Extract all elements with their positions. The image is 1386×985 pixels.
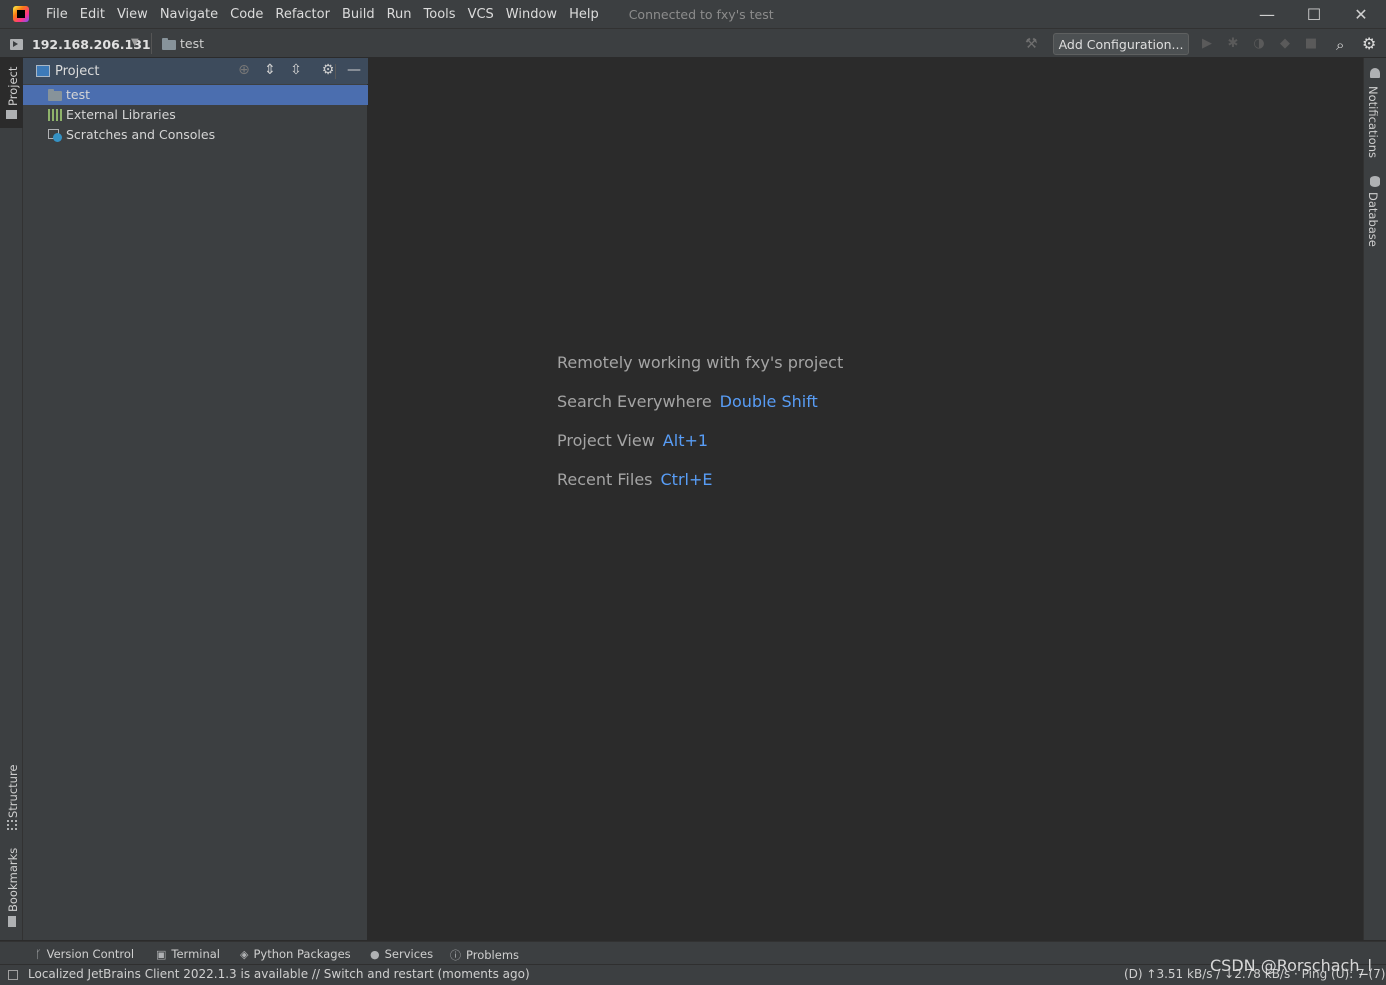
- project-panel: Project ⊕ ⇕ ⇳ ⚙ — test External Librarie…: [23, 58, 368, 940]
- watermark: CSDN @Rorschach_l: [1210, 956, 1372, 975]
- bell-icon: [1370, 68, 1380, 78]
- tab-label: Problems: [466, 948, 520, 962]
- title-bar: File Edit View Navigate Code Refactor Bu…: [0, 0, 1386, 28]
- stop-icon[interactable]: ■: [1304, 37, 1318, 51]
- gear-icon[interactable]: ⚙: [319, 62, 337, 78]
- scratches-icon: [48, 129, 62, 142]
- project-tool-button[interactable]: Project: [0, 58, 23, 128]
- tab-label: Terminal: [171, 947, 221, 961]
- libraries-icon: [48, 109, 62, 121]
- bottom-tool-bar: ᚴ Version Control ▣ Terminal ◈ Python Packa…: [0, 941, 1386, 964]
- tab-python-packages[interactable]: ◈ Python Packages: [240, 947, 351, 961]
- debug-icon[interactable]: ✱: [1226, 37, 1240, 51]
- run-icon[interactable]: ▶: [1200, 37, 1214, 51]
- menu-vcs[interactable]: VCS: [468, 7, 494, 22]
- hint-search-everywhere: Search Everywhere Double Shift: [557, 392, 818, 411]
- branch-icon: ᚴ: [35, 948, 42, 961]
- info-icon: ⓘ: [450, 949, 461, 962]
- hint-label: Recent Files: [557, 470, 653, 489]
- toolbar-divider: [151, 33, 152, 54]
- project-tool-label: Project: [6, 66, 20, 106]
- tab-version-control[interactable]: ᚴ Version Control: [35, 947, 134, 961]
- close-icon: ✕: [1354, 4, 1368, 24]
- bookmark-icon: [8, 916, 16, 927]
- database-icon: [1370, 176, 1380, 187]
- tree-item-label: External Libraries: [66, 107, 176, 122]
- folder-icon: [48, 89, 62, 101]
- menu-view[interactable]: View: [117, 7, 148, 22]
- connection-status: Connected to fxy's test: [628, 6, 774, 22]
- tab-services[interactable]: ● Services: [370, 947, 433, 961]
- hint-shortcut: Double Shift: [719, 392, 818, 411]
- app-logo: [13, 6, 29, 22]
- expand-all-icon[interactable]: ⇕: [261, 62, 279, 78]
- search-icon[interactable]: ⌕: [1336, 36, 1344, 54]
- status-message[interactable]: Localized JetBrains Client 2022.1.3 is a…: [28, 967, 530, 981]
- hint-shortcut: Ctrl+E: [660, 470, 713, 489]
- tree-item-test[interactable]: test: [23, 85, 368, 105]
- services-icon: ●: [370, 948, 380, 961]
- menu-run[interactable]: Run: [387, 7, 412, 22]
- menu-build[interactable]: Build: [342, 7, 375, 22]
- project-view-icon: [36, 65, 50, 77]
- tab-label: Python Packages: [253, 947, 351, 961]
- tab-label: Version Control: [46, 947, 135, 961]
- editor-headline: Remotely working with fxy's project: [557, 353, 844, 372]
- remote-host-icon: [10, 39, 23, 50]
- locate-icon[interactable]: ⊕: [235, 62, 253, 78]
- hint-project-view: Project View Alt+1: [557, 431, 708, 450]
- notifications-tool-label: Notifications: [1366, 86, 1380, 158]
- folder-icon: [162, 38, 176, 50]
- minimize-button[interactable]: —: [1244, 0, 1290, 28]
- maximize-button[interactable]: ☐: [1291, 0, 1337, 28]
- database-tool-label: Database: [1366, 192, 1380, 247]
- tree-item-scratches[interactable]: Scratches and Consoles: [23, 125, 368, 145]
- structure-icon: [7, 820, 17, 830]
- right-tool-stripe: Notifications Database: [1363, 58, 1386, 940]
- menu-tools[interactable]: Tools: [424, 7, 456, 22]
- hint-label: Project View: [557, 431, 655, 450]
- menu-code[interactable]: Code: [230, 7, 263, 22]
- breadcrumb[interactable]: test: [180, 36, 204, 51]
- hint-shortcut: Alt+1: [662, 431, 709, 450]
- status-window-icon[interactable]: [8, 970, 18, 980]
- panel-title[interactable]: Project: [55, 64, 99, 79]
- folder-icon: [6, 110, 17, 119]
- build-hammer-icon[interactable]: ⚒: [1025, 36, 1038, 52]
- coverage-icon[interactable]: ◑: [1252, 37, 1266, 51]
- tab-problems[interactable]: ⓘ Problems: [450, 947, 519, 963]
- menu-help[interactable]: Help: [569, 7, 599, 22]
- profile-icon[interactable]: ◆: [1278, 37, 1292, 51]
- tree-item-external-libraries[interactable]: External Libraries: [23, 105, 368, 125]
- menu-file[interactable]: File: [46, 7, 68, 22]
- hint-label: Search Everywhere: [557, 392, 712, 411]
- tab-label: Services: [384, 947, 434, 961]
- menu-navigate[interactable]: Navigate: [160, 7, 218, 22]
- project-panel-header: Project ⊕ ⇕ ⇳ ⚙ —: [23, 58, 368, 84]
- tab-terminal[interactable]: ▣ Terminal: [156, 947, 220, 961]
- hint-recent-files: Recent Files Ctrl+E: [557, 470, 712, 489]
- tree-item-label: test: [66, 87, 91, 102]
- menu-refactor[interactable]: Refactor: [275, 7, 330, 22]
- tree-item-label: Scratches and Consoles: [66, 127, 216, 142]
- layers-icon: ◈: [240, 948, 249, 961]
- terminal-icon: ▣: [156, 948, 167, 961]
- bookmarks-tool-label: Bookmarks: [6, 847, 20, 912]
- hide-panel-icon[interactable]: —: [345, 62, 363, 78]
- structure-tool-label: Structure: [6, 764, 20, 819]
- collapse-all-icon[interactable]: ⇳: [287, 62, 305, 78]
- menu-window[interactable]: Window: [506, 7, 557, 22]
- maximize-icon: ☐: [1306, 4, 1322, 24]
- gear-icon[interactable]: ⚙: [1362, 34, 1376, 53]
- chevron-down-icon[interactable]: ▼: [131, 37, 139, 48]
- navigation-toolbar: 192.168.206.131 ▼ test ⚒ Add Configurati…: [0, 28, 1386, 58]
- close-button[interactable]: ✕: [1338, 0, 1384, 28]
- editor-area[interactable]: Remotely working with fxy's project Sear…: [369, 58, 1363, 940]
- status-bar: Localized JetBrains Client 2022.1.3 is a…: [0, 964, 1386, 985]
- add-configuration-button[interactable]: Add Configuration...: [1053, 33, 1189, 55]
- minimize-icon: —: [1259, 4, 1275, 24]
- menu-edit[interactable]: Edit: [80, 7, 105, 22]
- left-tool-stripe: Project Structure Bookmarks: [0, 58, 23, 940]
